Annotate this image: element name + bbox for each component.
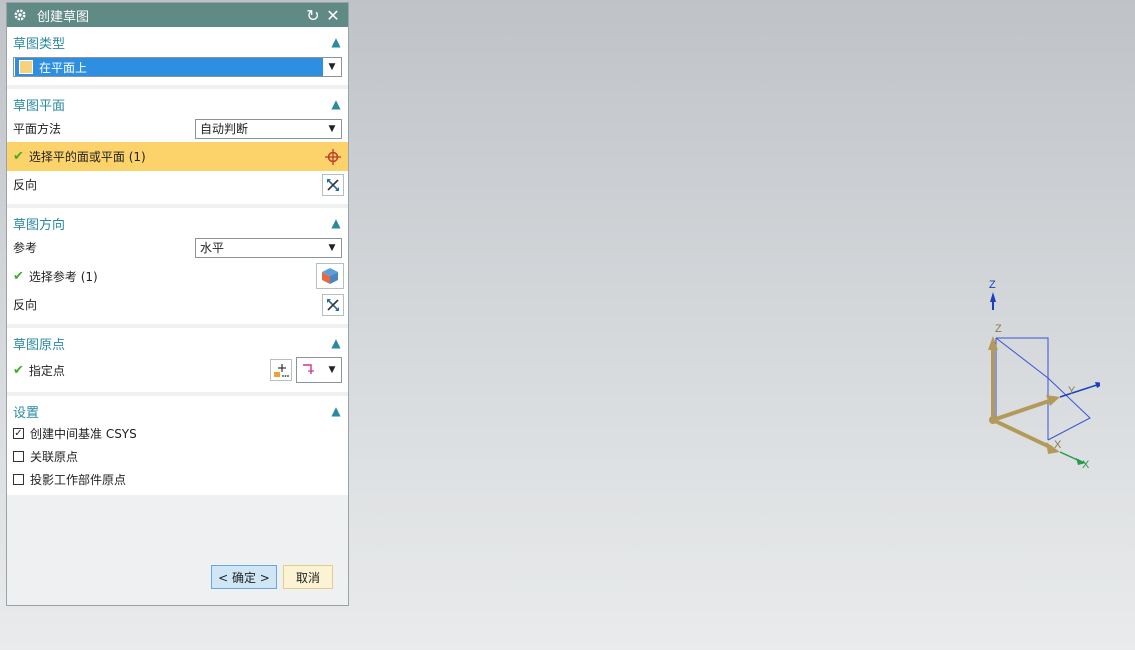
chevron-down-icon: ▼ bbox=[328, 365, 336, 375]
cancel-button[interactable]: 取消 bbox=[283, 565, 333, 589]
z-inner-label: Z bbox=[995, 323, 1002, 335]
collapse-icon[interactable]: ▲ bbox=[328, 216, 344, 230]
inferred-point-icon bbox=[301, 361, 327, 380]
plane-method-label: 平面方法 bbox=[13, 122, 62, 136]
plane-outline bbox=[995, 337, 1091, 441]
create-sketch-dialog: 创建草图 ↻ ✕ 草图类型 ▲ 在平面上 ▼ 草图平面 ▲ 平面方法 自动判断 … bbox=[6, 2, 349, 606]
specify-point-label: 指定点 bbox=[28, 363, 65, 378]
x-outer-label: X bbox=[1082, 459, 1090, 471]
origin-point bbox=[989, 416, 997, 424]
checkbox[interactable] bbox=[13, 474, 24, 485]
section-header-sketch-type[interactable]: 草图类型 ▲ bbox=[13, 31, 344, 53]
section-title: 草图平面 bbox=[13, 98, 66, 114]
z-outer-arrowhead bbox=[990, 292, 996, 302]
gear-icon bbox=[13, 7, 29, 23]
check-icon: ✔ bbox=[13, 268, 24, 284]
section-header-settings[interactable]: 设置 ▲ bbox=[13, 400, 344, 422]
checkbox-checked[interactable]: ✓ bbox=[13, 428, 24, 439]
dialog-footer: < 确定 > 取消 bbox=[7, 555, 348, 605]
collapse-icon[interactable]: ▲ bbox=[328, 336, 344, 350]
check-icon: ✔ bbox=[13, 149, 24, 164]
select-plane-row[interactable]: ✔ 选择平的面或平面 (1) bbox=[7, 142, 348, 171]
chevron-down-icon: ▼ bbox=[328, 242, 336, 253]
option-associate-origin[interactable]: 关联原点 bbox=[13, 445, 344, 468]
reverse-label: 反向 bbox=[13, 178, 38, 192]
section-settings: 设置 ▲ ✓ 创建中间基准 CSYS 关联原点 投影工作部件原点 bbox=[7, 396, 348, 495]
section-sketch-origin: 草图原点 ▲ ✔ 指定点 ▼ bbox=[7, 328, 348, 392]
plane-method-select[interactable]: 自动判断 ▼ bbox=[195, 118, 342, 139]
select-reference-label: 选择参考 (1) bbox=[28, 269, 98, 284]
collapse-icon[interactable]: ▲ bbox=[328, 35, 344, 49]
close-icon[interactable]: ✕ bbox=[324, 6, 342, 25]
collapse-icon[interactable]: ▲ bbox=[328, 97, 344, 111]
section-title: 草图原点 bbox=[13, 337, 66, 353]
reverse-direction-icon[interactable] bbox=[322, 293, 344, 316]
point-dialog-icon[interactable] bbox=[270, 359, 292, 381]
plane-method-value: 自动判断 bbox=[200, 122, 249, 136]
reverse-label: 反向 bbox=[13, 298, 38, 312]
y-outer-axis bbox=[1059, 383, 1100, 398]
option-label: 关联原点 bbox=[30, 450, 79, 464]
section-header-sketch-origin[interactable]: 草图原点 ▲ bbox=[13, 332, 344, 354]
chevron-down-icon: ▼ bbox=[328, 123, 336, 134]
select-plane-label: 选择平的面或平面 (1) bbox=[28, 150, 146, 164]
dialog-title: 创建草图 bbox=[37, 9, 90, 25]
section-title: 草图方向 bbox=[13, 217, 66, 233]
option-label: 投影工作部件原点 bbox=[30, 473, 127, 487]
section-header-sketch-orientation[interactable]: 草图方向 ▲ bbox=[13, 212, 344, 234]
x-inner-label: X bbox=[1054, 439, 1062, 451]
y-inner-label: Y bbox=[1068, 385, 1076, 397]
section-title: 草图类型 bbox=[13, 36, 66, 52]
csys-triad: Z Z Y Y X X bbox=[988, 279, 1100, 471]
dialog-titlebar: 创建草图 ↻ ✕ bbox=[7, 3, 348, 27]
option-create-csys[interactable]: ✓ 创建中间基准 CSYS bbox=[13, 422, 344, 445]
x-axis bbox=[992, 418, 1053, 450]
chevron-down-icon: ▼ bbox=[328, 62, 336, 72]
reset-icon[interactable]: ↻ bbox=[304, 6, 322, 25]
sketch-type-select[interactable]: 在平面上 ▼ bbox=[13, 57, 342, 77]
section-header-sketch-plane[interactable]: 草图平面 ▲ bbox=[13, 93, 344, 115]
section-title: 设置 bbox=[13, 405, 40, 421]
z-outer-label: Z bbox=[989, 279, 996, 291]
reference-value: 水平 bbox=[200, 241, 225, 255]
checkbox[interactable] bbox=[13, 451, 24, 462]
section-sketch-plane: 草图平面 ▲ 平面方法 自动判断 ▼ ✔ 选择平的面或平面 (1) 反向 bbox=[7, 89, 348, 204]
y-axis bbox=[992, 398, 1053, 422]
option-project-origin[interactable]: 投影工作部件原点 bbox=[13, 468, 344, 491]
collapse-icon[interactable]: ▲ bbox=[328, 404, 344, 418]
reference-select[interactable]: 水平 ▼ bbox=[195, 237, 342, 258]
reverse-direction-icon[interactable] bbox=[322, 173, 344, 196]
section-sketch-type: 草图类型 ▲ 在平面上 ▼ bbox=[7, 27, 348, 85]
reference-label: 参考 bbox=[13, 241, 38, 255]
cube-icon[interactable] bbox=[316, 263, 344, 289]
option-label: 创建中间基准 CSYS bbox=[30, 427, 137, 441]
sketch-type-value: 在平面上 bbox=[39, 60, 88, 75]
crosshair-icon[interactable] bbox=[322, 145, 344, 168]
plane-type-icon bbox=[19, 60, 33, 74]
point-type-select[interactable]: ▼ bbox=[296, 357, 342, 383]
section-sketch-orientation: 草图方向 ▲ 参考 水平 ▼ ✔ 选择参考 (1) 反向 bbox=[7, 208, 348, 324]
check-icon: ✔ bbox=[13, 362, 24, 378]
ok-button[interactable]: < 确定 > bbox=[211, 565, 277, 589]
